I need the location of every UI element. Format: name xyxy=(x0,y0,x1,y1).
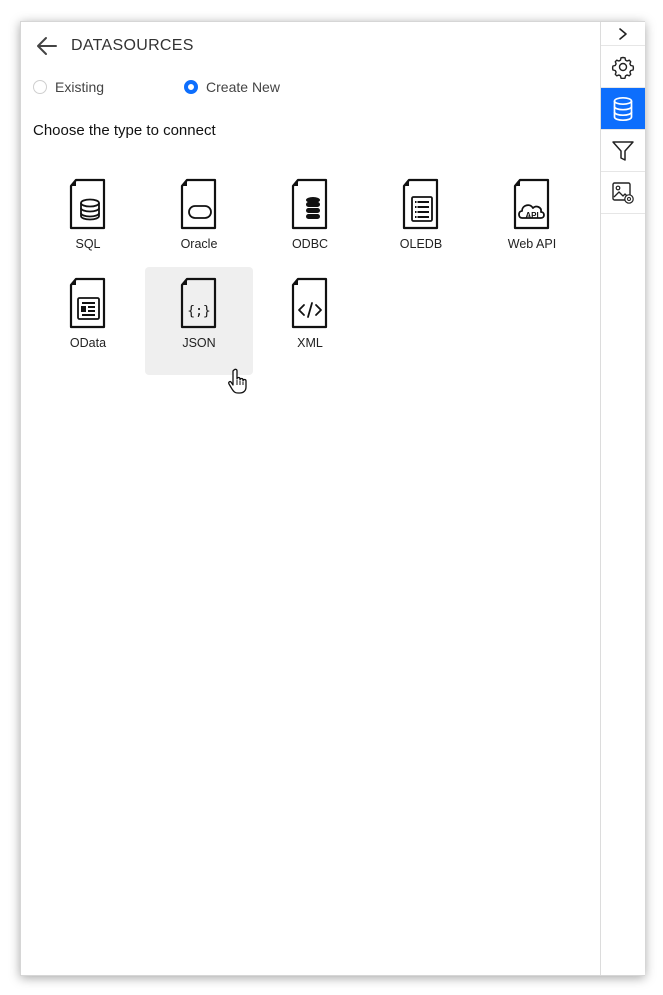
database-icon xyxy=(613,96,633,121)
type-tile-oracle[interactable]: Oracle xyxy=(145,168,253,276)
hand-pointer-cursor-icon xyxy=(228,368,247,394)
type-label: OLEDB xyxy=(399,237,443,251)
type-label: Web API xyxy=(507,237,557,251)
chevron-right-icon xyxy=(619,27,627,40)
oracle-icon xyxy=(180,178,217,230)
type-tile-web-api[interactable]: API Web API xyxy=(478,168,586,276)
image-settings-button[interactable] xyxy=(601,172,645,214)
radio-create-new[interactable]: Create New xyxy=(184,79,280,95)
type-label: OData xyxy=(69,336,107,350)
radio-label: Existing xyxy=(55,79,105,95)
type-label: XML xyxy=(297,336,323,350)
odbc-icon xyxy=(291,178,328,230)
datasource-button[interactable] xyxy=(601,88,645,130)
radio-label: Create New xyxy=(206,79,280,95)
gear-icon xyxy=(611,56,635,79)
sql-database-icon xyxy=(69,178,106,230)
web-api-icon: API xyxy=(513,178,550,230)
type-label: ODBC xyxy=(291,237,329,251)
oledb-icon xyxy=(402,178,439,230)
json-icon: {;} xyxy=(180,277,217,329)
type-tile-xml[interactable]: XML xyxy=(256,267,364,375)
designer-panel: DATASOURCES Existing Create New Choose t… xyxy=(20,21,645,976)
type-tile-odbc[interactable]: ODBC xyxy=(256,168,364,276)
svg-text:{;}: {;} xyxy=(187,304,210,319)
filter-button[interactable] xyxy=(601,130,645,172)
mode-radio-group: Existing Create New xyxy=(33,79,280,95)
type-tile-json[interactable]: {;} JSON xyxy=(145,267,253,375)
xml-icon xyxy=(291,277,328,329)
panel-header: DATASOURCES xyxy=(33,32,194,60)
type-label: JSON xyxy=(182,336,216,350)
back-button[interactable] xyxy=(33,32,61,60)
svg-text:API: API xyxy=(525,211,538,220)
radio-circle xyxy=(184,80,199,94)
datasources-panel: DATASOURCES Existing Create New Choose t… xyxy=(21,22,600,975)
type-label: Oracle xyxy=(180,237,218,251)
image-settings-icon xyxy=(612,181,634,204)
radio-circle xyxy=(33,80,47,94)
collapse-button[interactable] xyxy=(601,22,645,46)
choose-type-heading: Choose the type to connect xyxy=(33,122,216,139)
radio-existing[interactable]: Existing xyxy=(33,79,104,95)
type-tile-oledb[interactable]: OLEDB xyxy=(367,168,475,276)
right-tool-rail xyxy=(600,22,645,975)
odata-icon xyxy=(69,277,106,329)
arrow-left-icon xyxy=(37,37,57,55)
type-tile-odata[interactable]: OData xyxy=(34,267,142,375)
type-label: SQL xyxy=(75,237,101,251)
properties-button[interactable] xyxy=(601,46,645,88)
filter-icon xyxy=(612,140,634,161)
page-title: DATASOURCES xyxy=(71,37,194,54)
type-tile-sql[interactable]: SQL xyxy=(34,168,142,276)
